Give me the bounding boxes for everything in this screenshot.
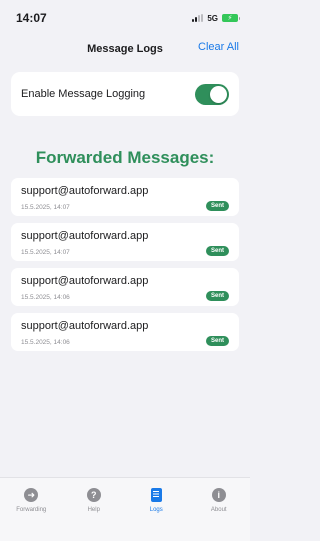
- status-indicators: 5G ⚡: [192, 13, 240, 23]
- network-type: 5G: [207, 13, 218, 23]
- toggle-knob: [210, 85, 227, 103]
- status-badge: Sent: [205, 336, 229, 346]
- question-circle-icon: ?: [86, 488, 101, 502]
- log-email: support@autoforward.app: [21, 185, 149, 197]
- charging-bolt-icon: ⚡: [227, 14, 233, 22]
- status-bar: 14:07 5G ⚡: [0, 0, 250, 36]
- logging-toggle-switch[interactable]: [195, 83, 229, 105]
- section-title: Forwarded Messages:: [35, 148, 215, 167]
- battery-icon: ⚡: [222, 14, 240, 22]
- book-icon: [150, 488, 162, 502]
- tab-about[interactable]: i About: [194, 488, 244, 541]
- logging-toggle-label: Enable Message Logging: [21, 88, 146, 100]
- log-timestamp: 15.5.2025, 14:07: [21, 204, 70, 211]
- message-log-list: support@autoforward.app 15.5.2025, 14:07…: [11, 178, 239, 358]
- tab-forwarding[interactable]: ➜ Forwarding: [6, 488, 56, 541]
- log-item[interactable]: support@autoforward.app 15.5.2025, 14:06…: [11, 313, 239, 351]
- tab-logs[interactable]: Logs: [131, 488, 181, 541]
- logging-settings-card: Enable Message Logging: [11, 72, 239, 116]
- log-item[interactable]: support@autoforward.app 15.5.2025, 14:07…: [11, 223, 239, 261]
- status-time: 14:07: [16, 11, 47, 25]
- tab-label: Logs: [149, 507, 163, 513]
- log-email: support@autoforward.app: [21, 320, 149, 332]
- log-timestamp: 15.5.2025, 14:06: [21, 339, 70, 346]
- navigation-bar: Message Logs Clear All: [0, 38, 250, 60]
- tab-label: About: [210, 507, 227, 513]
- status-badge: Sent: [205, 246, 229, 256]
- signal-icon: [192, 14, 204, 22]
- log-item[interactable]: support@autoforward.app 15.5.2025, 14:07…: [11, 178, 239, 216]
- info-circle-icon: i: [211, 488, 226, 502]
- status-badge: Sent: [205, 201, 229, 211]
- log-timestamp: 15.5.2025, 14:06: [21, 294, 70, 301]
- tab-label: Forwarding: [16, 507, 47, 513]
- tab-help[interactable]: ? Help: [69, 488, 119, 541]
- log-item[interactable]: support@autoforward.app 15.5.2025, 14:06…: [11, 268, 239, 306]
- tab-label: Help: [87, 507, 100, 513]
- log-email: support@autoforward.app: [21, 275, 149, 287]
- log-timestamp: 15.5.2025, 14:07: [21, 249, 70, 256]
- arrow-right-circle-icon: ➜: [24, 488, 39, 502]
- clear-all-button[interactable]: Clear All: [198, 41, 239, 53]
- tab-bar: ➜ Forwarding ? Help Logs i About: [0, 477, 250, 541]
- log-email: support@autoforward.app: [21, 230, 149, 242]
- page-title: Message Logs: [87, 43, 163, 55]
- status-badge: Sent: [205, 291, 229, 301]
